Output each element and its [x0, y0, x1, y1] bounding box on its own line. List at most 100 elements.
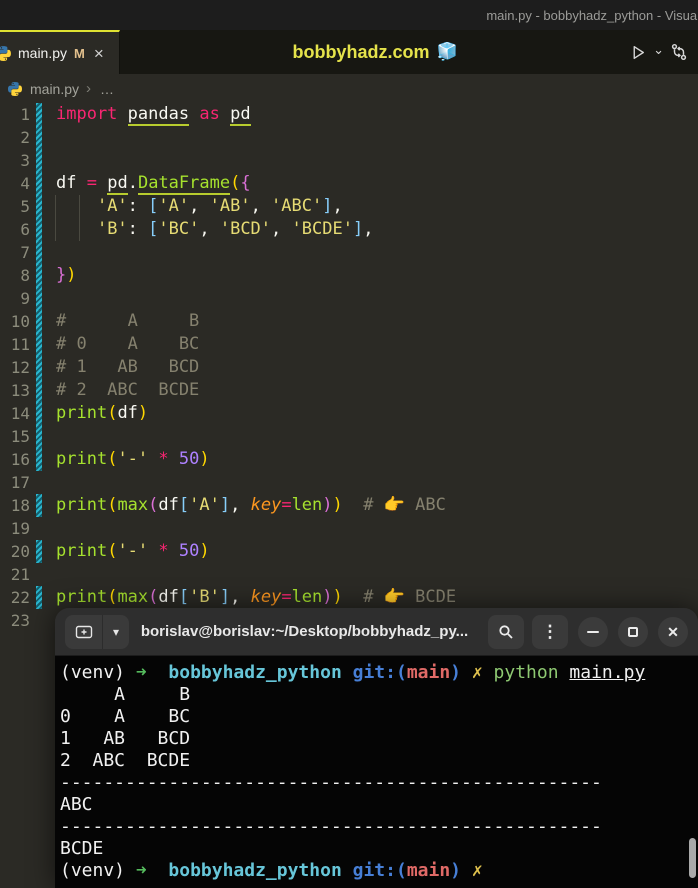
code-line[interactable]: 3 [0, 149, 698, 172]
terminal-line: 0 A BC [60, 706, 698, 728]
code-text: import pandas as pd [42, 103, 698, 126]
line-number: 17 [10, 473, 30, 492]
code-line[interactable]: 18 print(max(df['A'], key=len)) # 👉 ABC [0, 494, 698, 517]
tab-label: main.py [18, 45, 68, 61]
code-line[interactable]: 17 [0, 471, 698, 494]
terminal-token: 1 AB BCD [60, 728, 191, 749]
code-token: . [127, 173, 138, 193]
code-token: df [158, 587, 179, 607]
tab-main-py[interactable]: main.py M × [0, 30, 120, 74]
terminal-line: BCDE [60, 838, 698, 860]
code-text: print('-' * 50) [42, 448, 698, 471]
line-number: 13 [10, 381, 30, 400]
maximize-button[interactable] [618, 616, 648, 647]
code-line[interactable]: 9 [0, 287, 698, 310]
code-line[interactable]: 2 [0, 126, 698, 149]
terminal-token: 2 ABC BCDE [60, 750, 191, 771]
code-token: ] [219, 495, 231, 515]
close-button[interactable]: ✕ [658, 616, 688, 647]
code-token: print [56, 541, 108, 561]
run-dropdown-icon[interactable]: ⌄ [653, 42, 664, 58]
code-line[interactable]: 12 # 1 AB BCD [0, 356, 698, 379]
code-token: } [56, 265, 67, 285]
terminal-token: main.py [569, 662, 646, 683]
terminal-titlebar[interactable]: ▾ borislav@borislav:~/Desktop/bobbyhadz_… [55, 608, 698, 656]
terminal-window: ▾ borislav@borislav:~/Desktop/bobbyhadz_… [55, 608, 698, 888]
code-line[interactable]: 6 'B': ['BC', 'BCD', 'BCDE'], [0, 218, 698, 241]
code-token: print [56, 495, 108, 515]
compare-changes-icon[interactable] [670, 43, 688, 61]
code-line[interactable]: 10 # A B [0, 310, 698, 333]
code-token: ( [230, 173, 241, 193]
line-number: 8 [20, 266, 30, 285]
line-number: 15 [10, 427, 30, 446]
line-number: 7 [20, 243, 30, 262]
line-number: 1 [20, 105, 30, 124]
code-token: # 1 AB BCD [56, 357, 200, 377]
minimize-button[interactable] [578, 616, 608, 647]
breadcrumb-file[interactable]: main.py [30, 81, 79, 97]
code-text: # 1 AB BCD [42, 356, 698, 379]
code-token: , [230, 495, 251, 515]
terminal-scrollbar-thumb[interactable] [689, 838, 696, 878]
code-text: df = pd.DataFrame({ [42, 172, 698, 195]
code-line[interactable]: 20 print('-' * 50) [0, 540, 698, 563]
code-line[interactable]: 16 print('-' * 50) [0, 448, 698, 471]
kebab-icon: ⋮ [541, 622, 559, 641]
terminal-output[interactable]: (venv) ➜ bobbyhadz_python git:(main) ✗ p… [55, 656, 698, 888]
code-token: ) [199, 541, 210, 561]
menu-kebab-button[interactable]: ⋮ [532, 614, 568, 649]
code-text: }) [42, 264, 698, 287]
code-line[interactable]: 5 'A': ['A', 'AB', 'ABC'], [0, 195, 698, 218]
code-line[interactable]: 13 # 2 ABC BCDE [0, 379, 698, 402]
code-token: '-' [117, 541, 149, 561]
terminal-line: (venv) ➜ bobbyhadz_python git:(main) ✗ [60, 860, 698, 882]
breadcrumb-ellipsis[interactable]: … [100, 81, 114, 97]
code-token: pandas [127, 104, 190, 126]
run-python-file-button[interactable] [630, 44, 647, 61]
code-token: ) [332, 495, 343, 515]
line-number: 11 [10, 335, 30, 354]
code-token: = [281, 587, 292, 607]
code-line[interactable]: 19 [0, 517, 698, 540]
code-line[interactable]: 15 [0, 425, 698, 448]
code-text: print('-' * 50) [42, 540, 698, 563]
line-number: 10 [10, 312, 30, 331]
code-token: [ [148, 196, 159, 216]
code-token: 'AB' [209, 196, 251, 216]
new-tab-button[interactable] [65, 614, 103, 649]
code-token: 'B' [189, 587, 220, 607]
code-token: key [250, 495, 282, 515]
line-number: 22 [10, 588, 30, 607]
minimize-icon [587, 630, 599, 633]
code-token: # 2 ABC BCDE [56, 380, 200, 400]
terminal-dropdown-icon[interactable]: ▾ [103, 615, 129, 649]
code-line[interactable]: 4 df = pd.DataFrame({ [0, 172, 698, 195]
vscode-window: main.py - bobbyhadz_python - Visual main… [0, 0, 698, 888]
code-line[interactable]: 8}) [0, 264, 698, 287]
terminal-line: A B [60, 684, 698, 706]
code-line[interactable]: 1 import pandas as pd [0, 103, 698, 126]
code-token: # 0 A BC [56, 334, 200, 354]
code-line[interactable]: 21 [0, 563, 698, 586]
line-number: 4 [20, 174, 30, 193]
code-token: 'BCD' [219, 219, 272, 239]
code-line[interactable]: 7 [0, 241, 698, 264]
code-token: print [56, 449, 108, 469]
code-line[interactable]: 14 print(df) [0, 402, 698, 425]
search-button[interactable] [488, 614, 524, 649]
close-tab-icon[interactable]: × [94, 45, 104, 62]
code-line[interactable]: 11 # 0 A BC [0, 333, 698, 356]
code-line[interactable]: 22 print(max(df['B'], key=len)) # 👉 BCDE [0, 586, 698, 609]
